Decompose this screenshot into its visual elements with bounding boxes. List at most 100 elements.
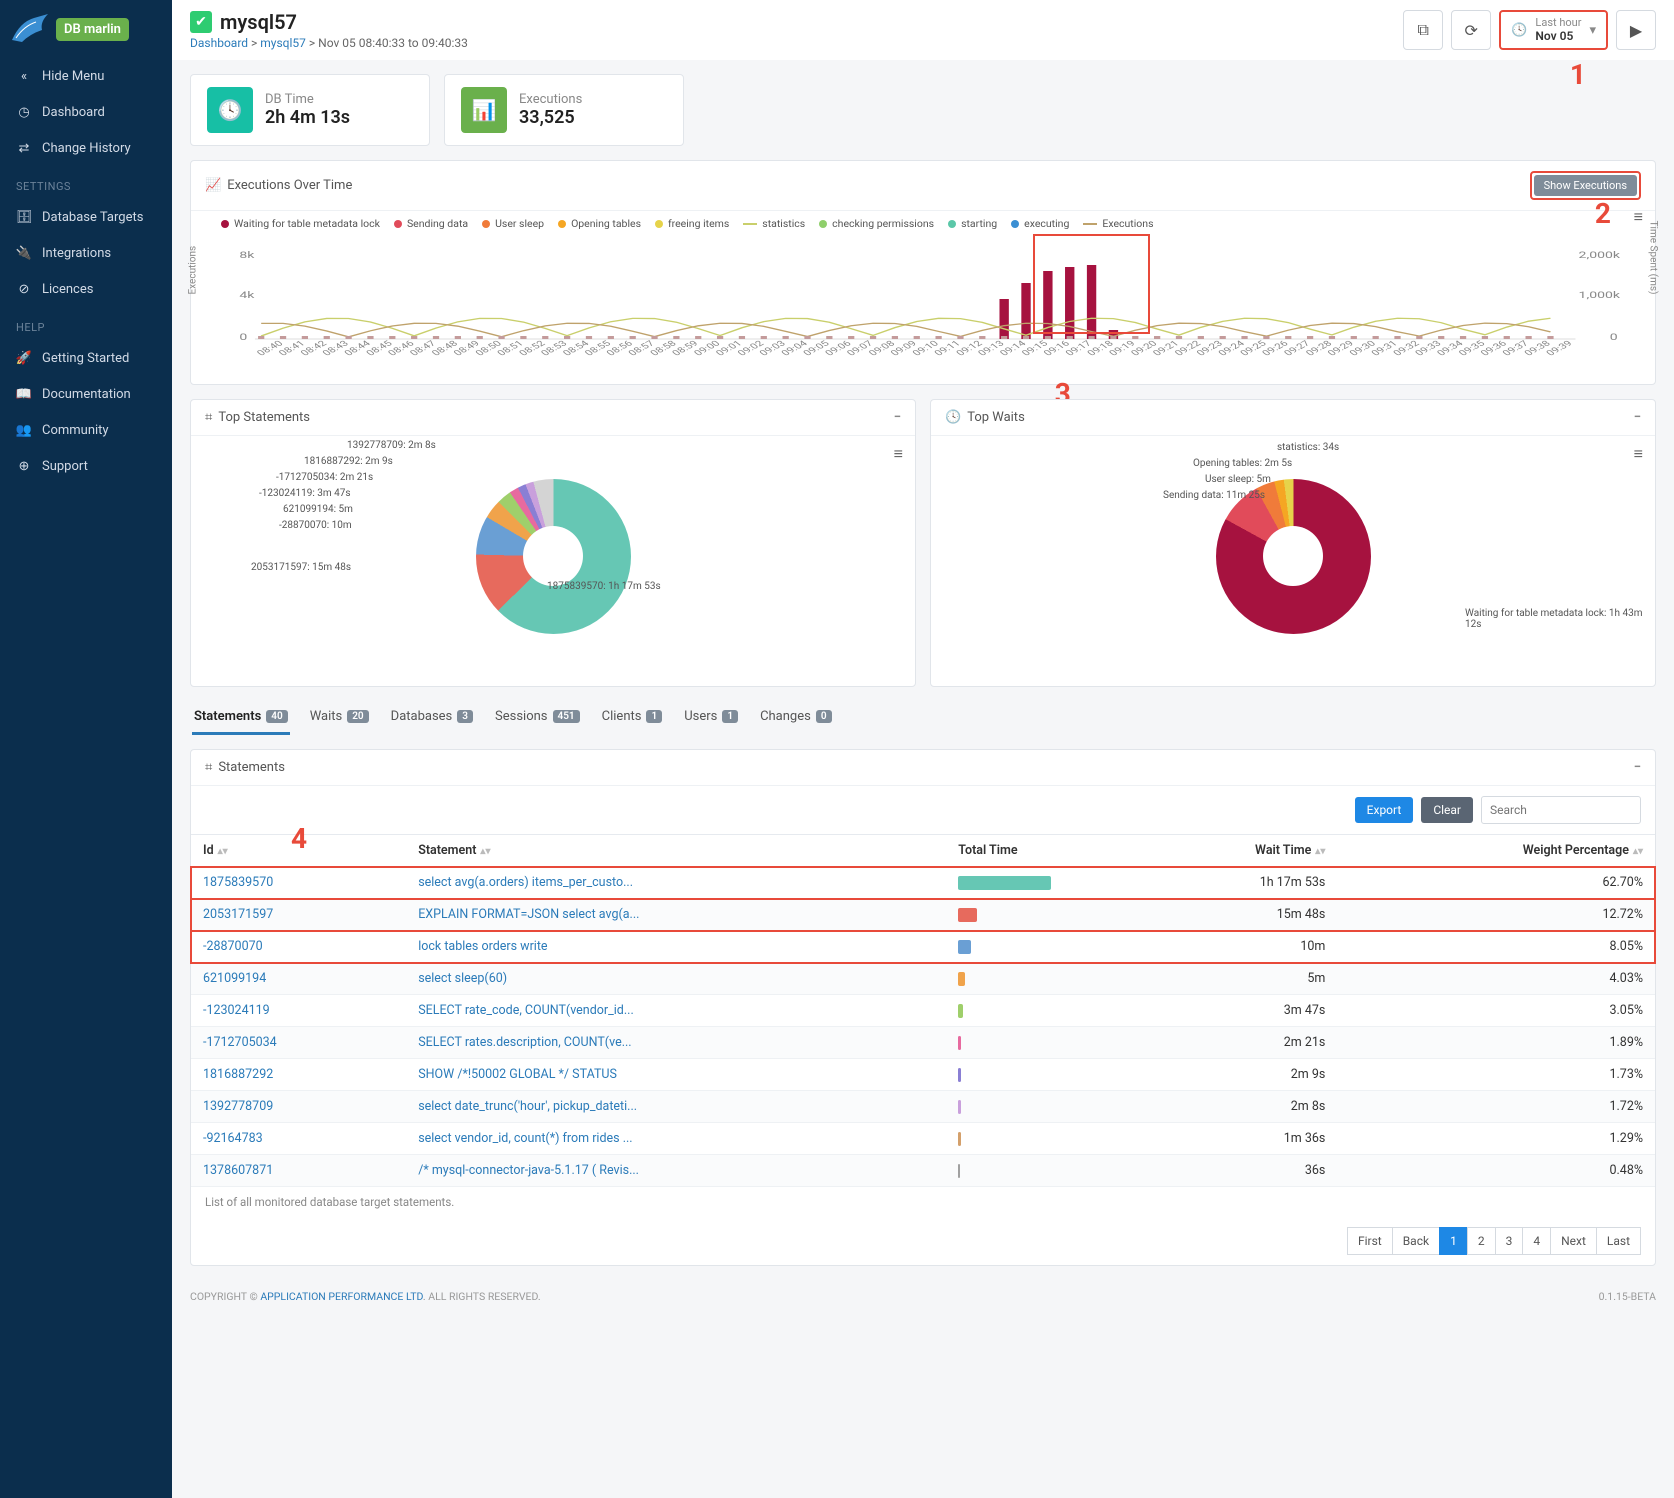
tab-badge: 0 [816,710,832,723]
stmt-id-link[interactable]: -123024119 [203,1003,270,1018]
col-total-time[interactable]: Total Time [946,835,1129,867]
page-2[interactable]: 2 [1467,1227,1496,1255]
top-statements-donut [476,479,631,634]
sidebar-item-dashboard[interactable]: ◷ Dashboard [0,94,172,130]
collapse-icon[interactable]: − [1634,410,1641,425]
table-row[interactable]: 2053171597 EXPLAIN FORMAT=JSON select av… [191,899,1655,931]
export-button[interactable]: Export [1355,797,1414,823]
legend-marker [655,220,663,228]
tab-sessions[interactable]: Sessions451 [493,701,582,735]
sidebar-item-integrations[interactable]: 🔌Integrations [0,235,172,271]
legend-item[interactable]: statistics [743,217,805,230]
stmt-link[interactable]: /* mysql-connector-java-5.1.17 ( Revis..… [418,1163,639,1178]
stmt-id-link[interactable]: -92164783 [203,1131,263,1146]
legend-item[interactable]: Waiting for table metadata lock [221,217,380,230]
collapse-icon[interactable]: − [894,410,901,425]
tab-waits[interactable]: Waits20 [308,701,371,735]
stmt-id-link[interactable]: 2053171597 [203,907,273,922]
sidebar-item-database-targets[interactable]: 🗄Database Targets [0,199,172,235]
legend-item[interactable]: Opening tables [558,217,641,230]
time-range-picker[interactable]: 🕓 Last hour Nov 05 ▾ [1499,10,1608,50]
legend-item[interactable]: Executions [1083,217,1153,230]
col-wait-time[interactable]: Wait Time▴▾ [1130,835,1338,867]
svg-text:09:39: 09:39 [1544,339,1575,357]
table-row[interactable]: 1875839570 select avg(a.orders) items_pe… [191,867,1655,899]
table-row[interactable]: -28870070 lock tables orders write 10m 8… [191,931,1655,963]
tab-statements[interactable]: Statements40 [192,701,290,735]
sidebar-item-change-history[interactable]: ⇄ Change History [0,130,172,166]
table-row[interactable]: 621099194 select sleep(60) 5m 4.03% [191,963,1655,995]
stmt-link[interactable]: SELECT rates.description, COUNT(ve... [418,1035,631,1050]
breadcrumb-dashboard[interactable]: Dashboard [190,36,248,50]
page-1[interactable]: 1 [1439,1227,1468,1255]
table-row[interactable]: 1378607871 /* mysql-connector-java-5.1.1… [191,1155,1655,1187]
donut-label: -1712705034: 2m 21s [276,472,373,483]
copy-button[interactable]: ⧉ [1403,10,1443,50]
page-next[interactable]: Next [1550,1227,1597,1255]
legend-item[interactable]: checking permissions [819,217,934,230]
clock-icon: 🕓 [945,410,961,425]
play-button[interactable]: ▶ [1616,10,1656,50]
table-row[interactable]: 1392778709 select date_trunc('hour', pic… [191,1091,1655,1123]
hide-menu-button[interactable]: « Hide Menu [0,58,172,94]
tab-clients[interactable]: Clients1 [600,701,665,735]
page-last[interactable]: Last [1596,1227,1641,1255]
table-row[interactable]: -123024119 SELECT rate_code, COUNT(vendo… [191,995,1655,1027]
sidebar-item-licences[interactable]: ⊘Licences [0,271,172,307]
tab-changes[interactable]: Changes0 [758,701,834,735]
footer-link[interactable]: APPLICATION PERFORMANCE LTD [260,1290,423,1303]
breadcrumb-target[interactable]: mysql57 [260,36,306,50]
tab-databases[interactable]: Databases3 [389,701,475,735]
stmt-link[interactable]: select date_trunc('hour', pickup_dateti.… [418,1099,637,1114]
legend-item[interactable]: Sending data [394,217,468,230]
stmt-id-link[interactable]: 621099194 [203,971,266,986]
page-4[interactable]: 4 [1522,1227,1551,1255]
stmt-id-link[interactable]: 1392778709 [203,1099,273,1114]
sidebar-item-getting-started[interactable]: 🚀Getting Started [0,340,172,376]
refresh-button[interactable]: ⟳ [1451,10,1491,50]
col-statement[interactable]: Statement▴▾ [406,835,946,867]
clear-button[interactable]: Clear [1421,797,1473,823]
table-row[interactable]: 1816887292 SHOW /*!50002 GLOBAL */ STATU… [191,1059,1655,1091]
stmt-link[interactable]: SELECT rate_code, COUNT(vendor_id... [418,1003,634,1018]
executions-over-time-panel: 📈Executions Over Time Show Executions Wa… [190,160,1656,385]
legend-marker [482,220,490,228]
stmt-link[interactable]: lock tables orders write [418,939,547,954]
stmt-link[interactable]: select avg(a.orders) items_per_custo... [418,875,633,890]
stmt-id-link[interactable]: 1816887292 [203,1067,273,1082]
show-executions-button[interactable]: Show Executions [1534,175,1637,196]
sidebar-item-support[interactable]: ⊕Support [0,448,172,484]
table-row[interactable]: -1712705034 SELECT rates.description, CO… [191,1027,1655,1059]
legend-item[interactable]: executing [1011,217,1069,230]
stmt-link[interactable]: select sleep(60) [418,971,507,986]
donut-label: Sending data: 11m 25s [1163,490,1265,501]
page-back[interactable]: Back [1392,1227,1440,1255]
stmt-id-link[interactable]: 1875839570 [203,875,273,890]
stmt-link[interactable]: SHOW /*!50002 GLOBAL */ STATUS [418,1067,617,1082]
page-first[interactable]: First [1347,1227,1393,1255]
tab-users[interactable]: Users1 [682,701,740,735]
search-input[interactable] [1481,796,1641,824]
stmt-id-link[interactable]: -28870070 [203,939,263,954]
stmt-link[interactable]: select vendor_id, count(*) from rides ..… [418,1131,632,1146]
stmt-id-link[interactable]: 1378607871 [203,1163,273,1178]
table-row[interactable]: -92164783 select vendor_id, count(*) fro… [191,1123,1655,1155]
col-weight-pct[interactable]: Weight Percentage▴▾ [1337,835,1655,867]
col-id[interactable]: Id▴▾ [191,835,406,867]
sidebar: DB marlin « Hide Menu ◷ Dashboard ⇄ Chan… [0,0,172,1498]
weight-cell: 1.29% [1337,1123,1655,1155]
brand-logo: DB marlin [0,0,172,58]
legend-item[interactable]: freeing items [655,217,729,230]
sidebar-item-community[interactable]: 👥Community [0,412,172,448]
legend-item[interactable]: starting [948,217,997,230]
wait-time-cell: 2m 8s [1130,1091,1338,1123]
chart-menu-icon[interactable]: ≡ [1634,207,1643,227]
gauge-icon: ◷ [16,104,32,120]
collapse-icon[interactable]: − [1634,760,1641,775]
sidebar-item-documentation[interactable]: 📖Documentation [0,376,172,412]
stmt-id-link[interactable]: -1712705034 [203,1035,277,1050]
page-3[interactable]: 3 [1495,1227,1524,1255]
weight-cell: 0.48% [1337,1155,1655,1187]
legend-item[interactable]: User sleep [482,217,544,230]
stmt-link[interactable]: EXPLAIN FORMAT=JSON select avg(a... [418,907,639,922]
